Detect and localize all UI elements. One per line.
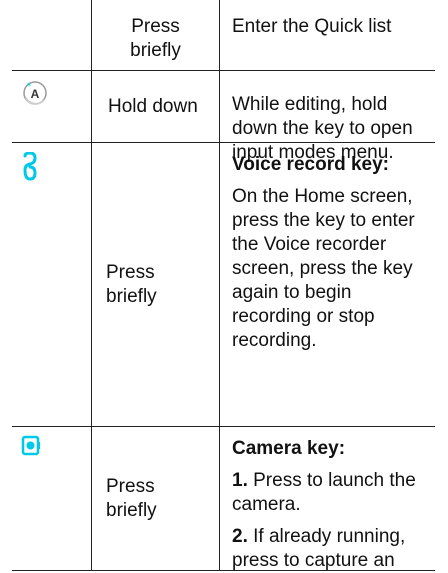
key-function-table: Press briefly Enter the Quick list A * H… bbox=[12, 0, 435, 571]
action-text: Press briefly bbox=[106, 261, 157, 307]
icon-cell: A * bbox=[12, 71, 91, 142]
action-text: Press briefly bbox=[106, 476, 157, 521]
description-cell: Camera key: 1. Press to launch the camer… bbox=[220, 427, 435, 571]
description-cell: Enter the Quick list bbox=[220, 0, 435, 70]
voice-record-key-icon bbox=[23, 152, 37, 181]
table-row: A * Hold down While editing, hold down t… bbox=[12, 71, 435, 163]
action-cell: Press briefly bbox=[92, 0, 219, 70]
table-row: Press briefly Enter the Quick list bbox=[12, 0, 435, 70]
camera-key-icon bbox=[21, 435, 40, 456]
icon-cell bbox=[12, 427, 91, 571]
svg-text:A: A bbox=[31, 87, 40, 101]
action-text: Hold down bbox=[108, 95, 198, 117]
camera-item-1: 1. Press to launch the camera. bbox=[232, 470, 416, 515]
description-cell: Voice record key: On the Home screen, pr… bbox=[220, 143, 435, 426]
camera-key-title: Camera key: bbox=[232, 438, 346, 459]
voice-record-key-title: Voice record key: bbox=[232, 154, 390, 175]
svg-text:*: * bbox=[27, 82, 32, 92]
action-cell: Hold down bbox=[92, 71, 219, 142]
camera-item-2: 2. If already running, press to capture … bbox=[232, 526, 406, 571]
table-row: Press briefly Camera key: 1. Press to la… bbox=[12, 427, 435, 571]
action-text: Press briefly bbox=[130, 16, 181, 61]
table-row: Press briefly Voice record key: On the H… bbox=[12, 143, 435, 426]
action-cell: Press briefly bbox=[92, 427, 219, 571]
description-text: On the Home screen, press the key to ent… bbox=[232, 186, 415, 351]
description-text: Enter the Quick list bbox=[232, 16, 392, 37]
description-cell: While editing, hold down the key to open… bbox=[220, 71, 435, 163]
input-mode-key-icon: A * bbox=[23, 81, 47, 105]
icon-cell bbox=[12, 143, 91, 426]
icon-cell bbox=[12, 0, 91, 70]
action-cell: Press briefly bbox=[92, 143, 219, 426]
